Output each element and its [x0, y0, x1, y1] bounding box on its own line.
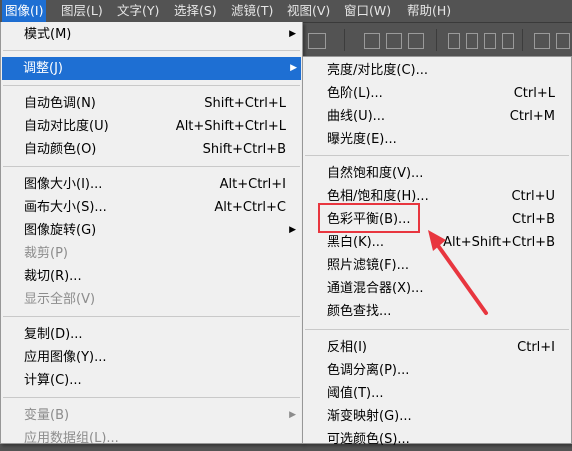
annotation-arrow-icon — [428, 230, 488, 315]
